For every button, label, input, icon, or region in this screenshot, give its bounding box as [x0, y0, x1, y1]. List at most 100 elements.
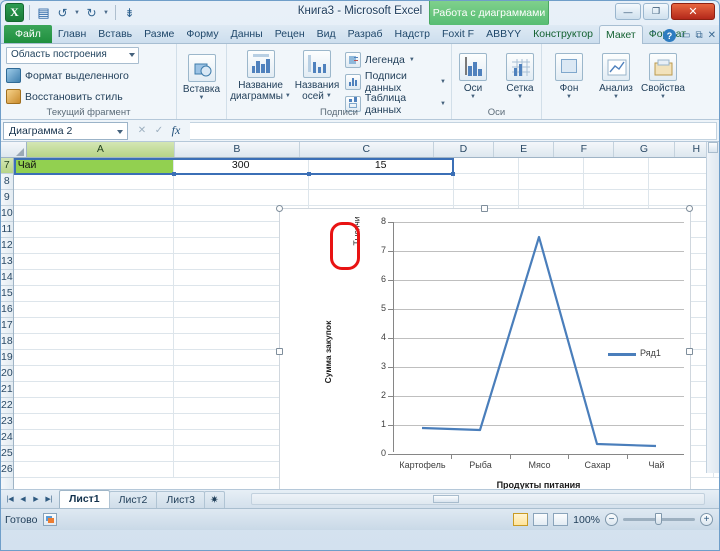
y-axis-line[interactable]: [393, 222, 394, 452]
row-header-16[interactable]: 16: [1, 302, 13, 318]
tab-developer[interactable]: Разраб: [342, 25, 389, 43]
macro-record-icon[interactable]: [43, 513, 57, 526]
cell[interactable]: [454, 174, 519, 189]
column-header-A[interactable]: A: [27, 142, 175, 157]
x-axis-line[interactable]: [393, 454, 684, 455]
chevron-down-icon[interactable]: ▼: [660, 94, 666, 101]
normal-view-button[interactable]: [513, 513, 528, 526]
cell[interactable]: [174, 190, 309, 205]
restore-button[interactable]: ❐: [643, 3, 669, 20]
row-header-26[interactable]: 26: [1, 462, 13, 478]
next-sheet-icon[interactable]: ▶: [30, 493, 42, 506]
row-header-18[interactable]: 18: [1, 334, 13, 350]
page-break-view-button[interactable]: [553, 513, 568, 526]
row-header-21[interactable]: 21: [1, 382, 13, 398]
cell[interactable]: [14, 366, 174, 381]
cell[interactable]: [14, 286, 174, 301]
horizontal-scrollbar[interactable]: [251, 493, 705, 505]
cell[interactable]: [14, 430, 174, 445]
cell[interactable]: [14, 254, 174, 269]
zoom-slider-knob[interactable]: [655, 513, 662, 525]
cell[interactable]: [14, 222, 174, 237]
chart-resize-handle-tl[interactable]: [276, 205, 283, 212]
chevron-down-icon[interactable]: ▼: [409, 57, 415, 64]
sheet-tab-list2[interactable]: Лист2: [109, 491, 158, 508]
cell[interactable]: [14, 206, 174, 221]
row-header-12[interactable]: 12: [1, 238, 13, 254]
axis-titles-button[interactable]: Названия осей ▼: [292, 49, 342, 102]
row-header-13[interactable]: 13: [1, 254, 13, 270]
y-axis-title[interactable]: Сумма закупок: [323, 321, 333, 384]
column-header-G[interactable]: G: [614, 142, 674, 157]
name-box[interactable]: Диаграмма 2: [3, 122, 128, 140]
sheet-tab-list3[interactable]: Лист3: [156, 491, 205, 508]
page-layout-view-button[interactable]: [533, 513, 548, 526]
row-header-14[interactable]: 14: [1, 270, 13, 286]
cell[interactable]: [14, 382, 174, 397]
row-header-9[interactable]: 9: [1, 190, 13, 206]
tab-view[interactable]: Вид: [311, 25, 342, 43]
cell-C7[interactable]: 15: [309, 158, 454, 173]
column-header-C[interactable]: C: [300, 142, 434, 157]
cell[interactable]: [14, 270, 174, 285]
window-restore-icon[interactable]: ⧉: [695, 30, 702, 41]
cell[interactable]: [14, 302, 174, 317]
vertical-scrollbar[interactable]: [706, 142, 719, 473]
chart-element-selector[interactable]: Область построения: [6, 47, 139, 64]
tab-abbyy[interactable]: ABBYY: [480, 25, 527, 43]
legend-button[interactable]: Легенда ▼: [345, 50, 446, 70]
cell-D7[interactable]: [454, 158, 519, 173]
row-header-11[interactable]: 11: [1, 222, 13, 238]
gridlines-button[interactable]: Сетка ▼: [498, 52, 542, 101]
chart-resize-handle-tc[interactable]: [481, 205, 488, 212]
reset-style-button[interactable]: Восстановить стиль: [6, 87, 123, 106]
row-header-22[interactable]: 22: [1, 398, 13, 414]
sheet-tab-list1[interactable]: Лист1: [59, 490, 110, 508]
row-header-17[interactable]: 17: [1, 318, 13, 334]
cell[interactable]: [14, 414, 174, 429]
cell-F7[interactable]: [584, 158, 649, 173]
zoom-slider[interactable]: [623, 518, 695, 521]
tab-page-layout[interactable]: Разме: [138, 25, 180, 43]
data-labels-button[interactable]: Подписи данных ▼: [345, 72, 446, 92]
tab-chart-layout[interactable]: Макет: [599, 25, 643, 44]
tab-foxit[interactable]: Foxit F: [436, 25, 480, 43]
row-header-25[interactable]: 25: [1, 446, 13, 462]
insert-shapes-button[interactable]: Вставка ▼: [180, 53, 224, 102]
cell[interactable]: [14, 350, 174, 365]
row-header-19[interactable]: 19: [1, 350, 13, 366]
chevron-down-icon[interactable]: ▼: [566, 94, 572, 101]
column-header-E[interactable]: E: [494, 142, 554, 157]
close-button[interactable]: ✕: [671, 3, 715, 20]
tab-addins[interactable]: Надстр: [389, 25, 436, 43]
chevron-down-icon[interactable]: ▼: [517, 94, 523, 101]
chart-title-button[interactable]: Название диаграммы ▼: [232, 49, 289, 102]
cell[interactable]: [454, 190, 519, 205]
cancel-icon[interactable]: ✕: [134, 123, 150, 139]
tab-chart-design[interactable]: Конструктор: [527, 25, 599, 43]
tab-data[interactable]: Данны: [225, 25, 269, 43]
chart-object[interactable]: 8 7 6 5 4 3 2 1 0 Сумма закупок Тысячи: [279, 208, 691, 496]
chevron-down-icon[interactable]: ▼: [613, 94, 619, 101]
chart-resize-handle-tr[interactable]: [686, 205, 693, 212]
scrollbar-up-button[interactable]: [708, 142, 718, 153]
window-minimize-icon[interactable]: ▭: [681, 30, 690, 41]
zoom-out-button[interactable]: −: [605, 513, 618, 526]
zoom-in-button[interactable]: +: [700, 513, 713, 526]
row-header-24[interactable]: 24: [1, 430, 13, 446]
last-sheet-icon[interactable]: ▶|: [43, 493, 55, 506]
cell[interactable]: [14, 174, 174, 189]
cell[interactable]: [14, 446, 174, 461]
cell-G7[interactable]: [649, 158, 714, 173]
row-header-20[interactable]: 20: [1, 366, 13, 382]
help-icon[interactable]: ?: [663, 29, 676, 42]
insert-worksheet-icon[interactable]: ✷: [204, 491, 225, 508]
row-header-8[interactable]: 8: [1, 174, 13, 190]
axes-button[interactable]: Оси ▼: [451, 52, 495, 101]
cell[interactable]: [584, 190, 649, 205]
column-header-D[interactable]: D: [434, 142, 494, 157]
minimize-button[interactable]: —: [615, 3, 641, 20]
row-header-23[interactable]: 23: [1, 414, 13, 430]
insert-function-icon[interactable]: fx: [168, 123, 184, 139]
cell[interactable]: [309, 174, 454, 189]
